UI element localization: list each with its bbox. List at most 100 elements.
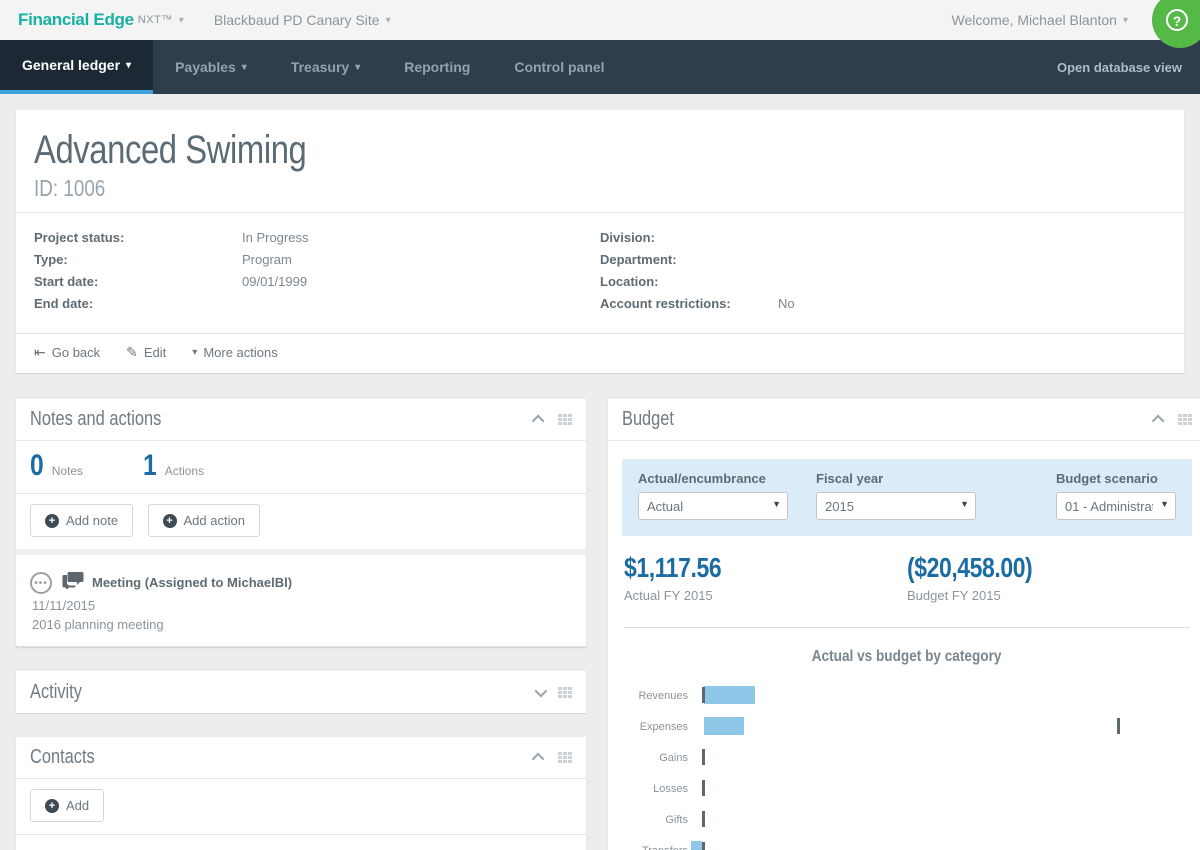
- nav-tab-general-ledger[interactable]: General ledger ▾: [0, 40, 154, 94]
- field-value: 09/01/1999: [242, 274, 308, 289]
- chart-row: Losses: [622, 773, 1194, 804]
- action-item-description: 2016 planning meeting: [32, 617, 164, 632]
- chart-row: Transfers: [622, 835, 1194, 850]
- chart-row: Revenues: [622, 680, 1194, 711]
- drag-grid-icon[interactable]: [1178, 414, 1192, 425]
- actual-encumbrance-select[interactable]: Actual: [638, 492, 788, 520]
- go-back-label: Go back: [51, 345, 101, 360]
- notes-count-stat[interactable]: 0 Notes: [30, 449, 83, 483]
- notes-count: 0: [30, 449, 44, 482]
- nav-tab-reporting[interactable]: Reporting: [382, 40, 492, 94]
- actions-count-label: Actions: [164, 464, 205, 478]
- drag-grid-icon[interactable]: [558, 752, 572, 763]
- chart-category-label: Transfers: [622, 845, 694, 850]
- actual-bar: [690, 841, 702, 850]
- caret-down-icon: ▾: [192, 347, 198, 358]
- caret-down-icon: ▾: [241, 61, 247, 73]
- panel-title: Notes and actions: [30, 408, 162, 430]
- field-label: Type:: [34, 252, 68, 267]
- more-actions-button[interactable]: ▾ More actions: [192, 345, 277, 360]
- filter-label: Budget scenario: [1056, 471, 1158, 486]
- app-logo[interactable]: Financial Edge: [18, 10, 134, 30]
- drag-grid-icon[interactable]: [558, 414, 572, 425]
- add-contact-label: Add: [66, 798, 90, 813]
- field-label: End date:: [34, 296, 94, 311]
- chevron-down-icon[interactable]: ▾: [179, 15, 184, 26]
- budget-marker-tick: [702, 687, 705, 703]
- actions-count: 1: [143, 449, 157, 482]
- caret-down-icon: ▾: [126, 59, 132, 71]
- app-logo-suffix: NXT™: [137, 14, 173, 26]
- nav-tab-label: General ledger: [22, 57, 121, 73]
- chart-category-label: Gifts: [665, 813, 688, 826]
- drag-grid-icon[interactable]: [558, 686, 572, 698]
- add-action-label: Add action: [183, 513, 245, 528]
- site-selector[interactable]: Blackbaud PD Canary Site ▾: [214, 12, 391, 28]
- chart-title: Actual vs budget by category: [812, 648, 1002, 665]
- plus-icon: +: [162, 513, 177, 528]
- chart-category-label: Expenses: [639, 720, 688, 733]
- user-menu[interactable]: Welcome, Michael Blanton ▾: [951, 12, 1182, 28]
- field-value: No: [778, 296, 795, 311]
- budget-scenario-select[interactable]: 01 - Administration: [1056, 492, 1176, 520]
- actual-bar: [704, 717, 744, 735]
- divider: [624, 627, 1190, 628]
- meeting-chat-icon: [62, 571, 84, 594]
- add-note-button[interactable]: + Add note: [30, 504, 134, 537]
- chart-category-label: Revenues: [638, 689, 688, 702]
- page-title: Advanced Swiming: [34, 128, 307, 172]
- go-back-button[interactable]: ⇤ Go back: [34, 344, 100, 361]
- more-options-icon[interactable]: •••: [30, 571, 52, 594]
- nav-tab-control-panel[interactable]: Control panel: [492, 40, 626, 94]
- collapse-chevron-icon[interactable]: [531, 752, 545, 766]
- chart-plot-area: [694, 773, 1194, 804]
- action-list-item[interactable]: ••• Meeting (Assigned to MichaelBl) 11/1…: [16, 555, 586, 647]
- fiscal-year-select[interactable]: 2015: [816, 492, 976, 520]
- chevron-down-icon: ▾: [385, 14, 391, 26]
- chart-row: Gifts: [622, 804, 1194, 835]
- field-label: Division:: [600, 230, 655, 245]
- caret-down-icon: ▾: [355, 61, 361, 73]
- edit-button[interactable]: ✎ Edit: [126, 344, 166, 361]
- nav-tab-label: Treasury: [290, 59, 350, 75]
- chart-row: Expenses: [622, 711, 1194, 742]
- expand-chevron-icon[interactable]: [534, 684, 548, 697]
- project-header-card: Advanced Swiming ID: 1006 Project status…: [16, 110, 1184, 373]
- go-back-icon: ⇤: [34, 344, 46, 360]
- budget-marker-tick: [702, 780, 705, 796]
- field-label: Department:: [600, 252, 677, 267]
- collapse-chevron-icon[interactable]: [1151, 414, 1165, 428]
- collapse-chevron-icon[interactable]: [531, 414, 545, 428]
- open-database-view-link[interactable]: Open database view: [1039, 40, 1200, 94]
- filter-label: Fiscal year: [816, 471, 884, 486]
- contacts-panel: Contacts + Add Ms. Tracy Lewis Pres: [16, 737, 586, 850]
- field-label: Start date:: [34, 274, 99, 289]
- contact-list-item[interactable]: Ms. Tracy Lewis President/CEO Business (…: [16, 835, 586, 850]
- actions-count-stat[interactable]: 1 Actions: [143, 449, 204, 483]
- site-name: Blackbaud PD Canary Site: [213, 12, 380, 28]
- nav-tab-payables[interactable]: Payables ▾: [153, 40, 269, 94]
- budget-amount-caption: Budget FY 2015: [907, 588, 1001, 603]
- pencil-icon: ✎: [126, 344, 138, 360]
- field-label: Project status:: [34, 230, 125, 245]
- chart-category-label: Gains: [659, 751, 688, 764]
- add-action-button[interactable]: + Add action: [147, 504, 260, 537]
- project-id: ID: 1006: [34, 175, 106, 201]
- add-contact-button[interactable]: + Add: [30, 789, 105, 822]
- nav-tab-label: Reporting: [404, 59, 471, 75]
- chevron-down-icon: ▾: [1122, 14, 1128, 26]
- top-bar: Financial Edge NXT™ ▾ Blackbaud PD Canar…: [0, 0, 1200, 48]
- welcome-text: Welcome, Michael Blanton: [951, 12, 1117, 28]
- question-icon: ?: [1166, 9, 1188, 31]
- nav-tab-treasury[interactable]: Treasury ▾: [269, 40, 382, 94]
- action-item-date: 11/11/2015: [32, 598, 96, 613]
- field-label: Location:: [600, 274, 659, 289]
- budget-filter-bar: Actual/encumbrance Actual Fiscal year 20…: [622, 459, 1192, 536]
- field-label: Account restrictions:: [600, 296, 731, 311]
- project-fields: Project status: In Progress Type: Program …: [34, 213, 1166, 333]
- budget-amount: ($20,458.00): [907, 552, 1033, 583]
- panel-title: Budget: [622, 408, 674, 430]
- activity-panel: Activity: [16, 671, 586, 713]
- add-note-label: Add note: [66, 513, 119, 528]
- nav-tab-label: Control panel: [514, 59, 605, 75]
